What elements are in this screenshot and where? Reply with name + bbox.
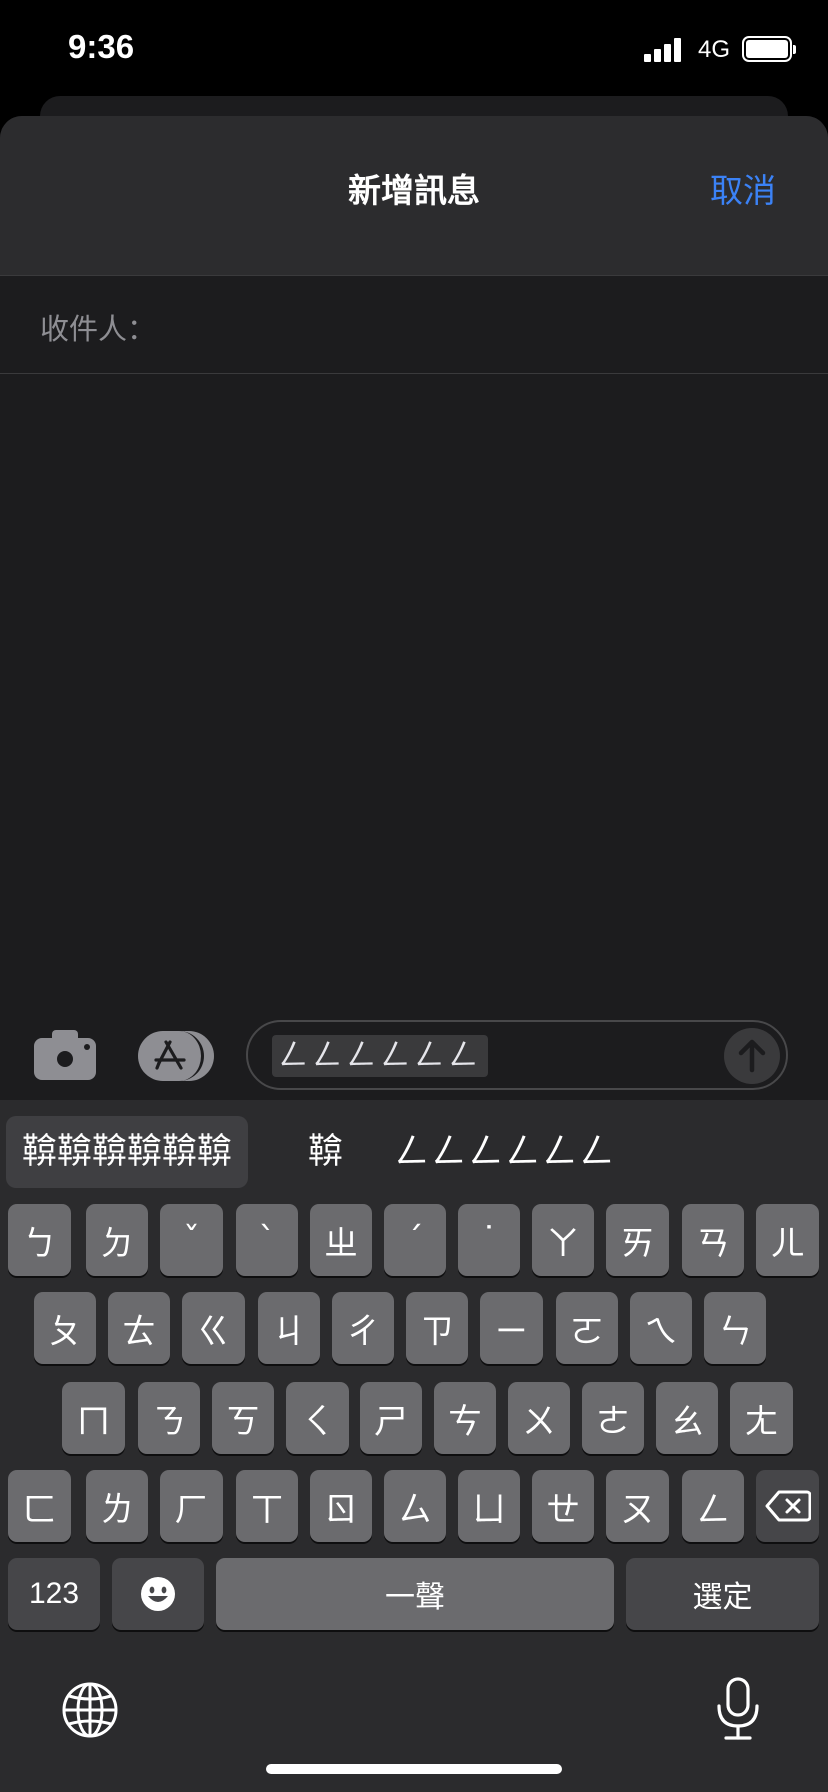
- key[interactable]: ㄉ: [86, 1204, 148, 1276]
- dictation-button[interactable]: [712, 1676, 764, 1742]
- globe-button[interactable]: [60, 1680, 120, 1740]
- status-time: 9:36: [68, 28, 135, 65]
- home-indicator[interactable]: [266, 1764, 562, 1774]
- message-text: ㄥㄥㄥㄥㄥㄥ: [272, 1035, 488, 1077]
- key[interactable]: ㄩ: [458, 1470, 520, 1542]
- key[interactable]: ㄜ: [582, 1382, 644, 1454]
- page-title: 新增訊息: [348, 171, 480, 210]
- key[interactable]: ㄦ: [756, 1204, 819, 1276]
- candidate-item[interactable]: 鞥鞥鞥鞥鞥鞥: [6, 1116, 249, 1188]
- key[interactable]: ㄠ: [656, 1382, 718, 1454]
- key[interactable]: ˙: [458, 1204, 520, 1276]
- key[interactable]: ㄤ: [730, 1382, 793, 1454]
- candidate-bar: 鞥鞥鞥鞥鞥鞥 鞥 ㄥㄥㄥㄥㄥㄥ: [0, 1100, 828, 1190]
- microphone-icon: [717, 1677, 759, 1740]
- key[interactable]: ㄍ: [182, 1292, 245, 1364]
- key[interactable]: ㄒ: [236, 1470, 298, 1542]
- key[interactable]: ㄌ: [86, 1470, 148, 1542]
- candidate-item[interactable]: ㄥㄥㄥㄥㄥㄥ: [394, 1116, 616, 1188]
- message-input[interactable]: ㄥㄥㄥㄥㄥㄥ: [246, 1020, 788, 1090]
- key[interactable]: ㄟ: [630, 1292, 692, 1364]
- key[interactable]: ㄙ: [384, 1470, 446, 1542]
- key[interactable]: ㄡ: [606, 1470, 669, 1542]
- key[interactable]: ㄇ: [62, 1382, 125, 1454]
- key[interactable]: ㄞ: [606, 1204, 669, 1276]
- cellular-signal-icon: [644, 38, 684, 62]
- emoji-icon: [141, 1577, 175, 1611]
- key[interactable]: ㄖ: [310, 1470, 372, 1542]
- key[interactable]: ˋ: [236, 1204, 298, 1276]
- recipient-field[interactable]: 收件人：: [0, 276, 828, 374]
- key[interactable]: ㄊ: [108, 1292, 170, 1364]
- confirm-key[interactable]: 選定: [626, 1558, 819, 1630]
- key[interactable]: ㄚ: [532, 1204, 594, 1276]
- key[interactable]: ㄈ: [8, 1470, 71, 1542]
- key[interactable]: ˊ: [384, 1204, 446, 1276]
- network-type: 4G: [698, 36, 731, 63]
- key[interactable]: ㄆ: [34, 1292, 96, 1364]
- key[interactable]: ㄗ: [406, 1292, 468, 1364]
- key[interactable]: ㄐ: [258, 1292, 320, 1364]
- app-store-icon: [138, 1031, 204, 1081]
- space-key[interactable]: 一聲: [216, 1558, 614, 1630]
- camera-button[interactable]: [34, 1030, 96, 1080]
- key[interactable]: ㄢ: [682, 1204, 744, 1276]
- app-store-button[interactable]: [138, 1031, 214, 1081]
- nav-bar: 新增訊息 取消: [0, 116, 828, 276]
- new-message-sheet: 新增訊息 取消 收件人：: [0, 116, 828, 1116]
- globe-icon: [62, 1682, 118, 1738]
- key[interactable]: ㄝ: [532, 1470, 594, 1542]
- key[interactable]: ㄛ: [556, 1292, 618, 1364]
- emoji-key[interactable]: [112, 1558, 204, 1630]
- key[interactable]: ㄧ: [480, 1292, 543, 1364]
- cancel-button[interactable]: 取消: [710, 164, 776, 212]
- key[interactable]: ㄑ: [286, 1382, 349, 1454]
- send-button[interactable]: [724, 1028, 780, 1084]
- key[interactable]: ㄓ: [310, 1204, 372, 1276]
- numbers-key[interactable]: 123: [8, 1558, 100, 1630]
- arrow-up-icon: [738, 1039, 766, 1073]
- key[interactable]: ㄎ: [212, 1382, 274, 1454]
- key[interactable]: ㄔ: [332, 1292, 394, 1364]
- key[interactable]: ㄣ: [704, 1292, 766, 1364]
- backspace-key[interactable]: [756, 1470, 819, 1542]
- status-bar: 9:36 4G: [0, 0, 828, 100]
- candidate-item[interactable]: 鞥: [308, 1116, 343, 1188]
- key[interactable]: ㄏ: [160, 1470, 223, 1542]
- recipient-label: 收件人：: [40, 312, 157, 346]
- status-indicators: 4G: [638, 34, 828, 66]
- key[interactable]: ㄕ: [360, 1382, 422, 1454]
- key[interactable]: ㄋ: [138, 1382, 200, 1454]
- key[interactable]: ㄥ: [682, 1470, 744, 1542]
- key[interactable]: ˇ: [160, 1204, 223, 1276]
- backspace-icon: [765, 1490, 811, 1522]
- key[interactable]: ㄅ: [8, 1204, 71, 1276]
- key[interactable]: ㄨ: [508, 1382, 570, 1454]
- battery-icon: [742, 36, 796, 62]
- key[interactable]: ㄘ: [434, 1382, 496, 1454]
